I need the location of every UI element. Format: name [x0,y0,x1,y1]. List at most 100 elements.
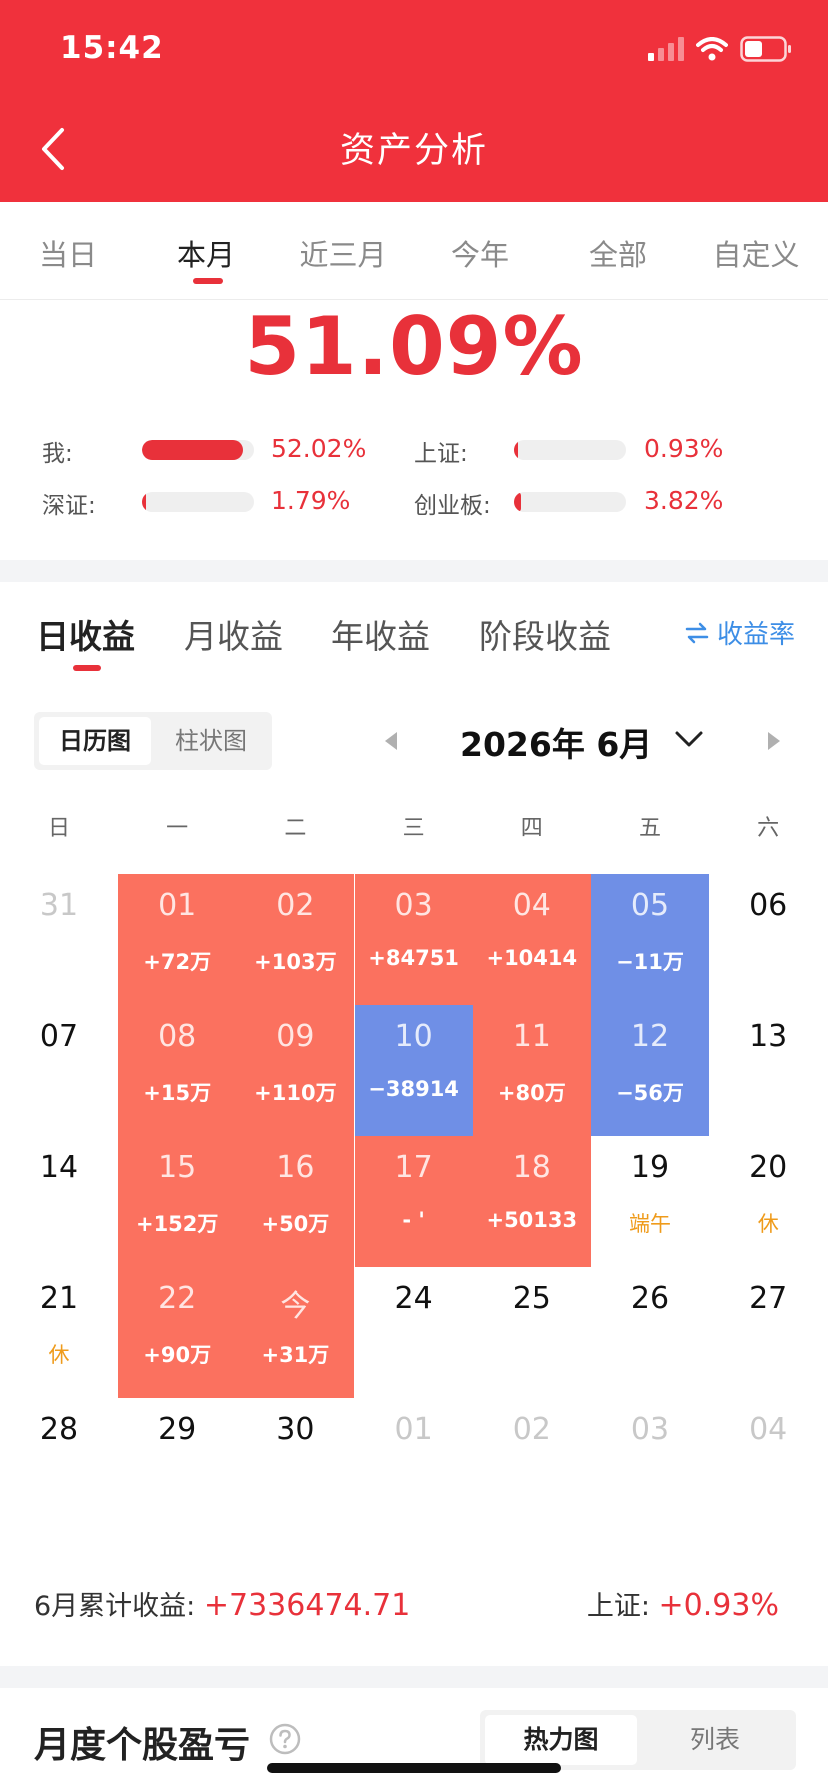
calendar-day-number: 26 [630,1281,670,1316]
calendar-day-value: −11万 [616,950,684,974]
tab-daily-income[interactable]: 日收益 [36,610,135,658]
tab-stage-income[interactable]: 阶段收益 [479,610,611,658]
calendar-day-cell[interactable]: 07 [0,1005,118,1136]
calendar-day-number: 07 [39,1019,79,1054]
total-return-rate: 51.09% [244,300,584,393]
calendar-day-cell[interactable]: 26 [591,1267,709,1398]
month-index-value: +0.93% [658,1588,779,1623]
calendar-day-number: 29 [158,1412,197,1447]
view-calendar-button[interactable]: 日历图 [39,717,151,765]
calendar-day-cell[interactable]: 19 端午 [591,1136,709,1267]
calendar-day-cell[interactable]: 今 +31万 [236,1267,355,1398]
rate-toggle-button[interactable]: 收益率 [685,614,795,651]
next-month-button[interactable] [762,730,784,752]
calendar-day-number: 27 [749,1281,788,1316]
calendar-day-number: 17 [394,1150,433,1185]
calendar-day-value: 休 [48,1343,70,1367]
view-bar-button[interactable]: 柱状图 [155,717,267,765]
period-tabs: 当日 本月 近三月 今年 全部 自定义 [0,202,828,300]
chevron-down-icon[interactable] [674,728,704,750]
calendar-day-cell[interactable]: 21 休 [0,1267,118,1398]
calendar-day-cell[interactable]: 02 +103万 [236,874,355,1005]
calendar-day-number: 20 [749,1150,788,1185]
calendar-day-cell[interactable]: 10 −38914 [354,1005,473,1136]
calendar-day-cell[interactable]: 28 [0,1398,118,1529]
swap-icon [685,622,709,643]
signal-icon [648,37,684,61]
tab-yearly-income[interactable]: 年收益 [331,610,430,658]
tab-this-month[interactable]: 本月 [146,232,266,274]
heatmap-button[interactable]: 热力图 [485,1715,637,1765]
calendar-day-cell[interactable]: 13 [709,1005,827,1136]
calendar-day-cell[interactable]: 22 +90万 [118,1267,237,1398]
tab-this-year[interactable]: 今年 [420,232,540,274]
month-total-label: 6月累计收益: [34,1591,196,1622]
weekday-label: 三 [402,816,425,841]
list-button[interactable]: 列表 [639,1715,791,1765]
calendar-day-cell[interactable]: 16 +50万 [236,1136,355,1267]
month-index-label: 上证: [586,1591,650,1622]
calendar-day-cell[interactable]: 27 [709,1267,827,1398]
compare-label-shenzhen: 深证: [42,493,96,519]
weekday-label: 二 [284,816,307,841]
calendar-day-number: 08 [158,1019,197,1054]
calendar-day-cell[interactable]: 04 +10414 [472,874,591,1005]
calendar-day-value: +10414 [486,946,578,970]
calendar-day-cell[interactable]: 29 [118,1398,236,1529]
status-time: 15:42 [60,30,164,66]
calendar-day-cell[interactable]: 30 [236,1398,354,1529]
tab-all[interactable]: 全部 [558,232,678,274]
calendar-day-cell[interactable]: 31 [0,874,118,1005]
calendar-day-cell[interactable]: 20 休 [709,1136,827,1267]
calendar-day-cell[interactable]: 15 +152万 [118,1136,237,1267]
calendar-day-number: 30 [276,1412,315,1447]
calendar-day-cell[interactable]: 11 +80万 [472,1005,591,1136]
calendar-day-number: 04 [512,888,551,923]
tab-monthly-income[interactable]: 月收益 [184,610,283,658]
calendar-day-cell[interactable]: 09 +110万 [236,1005,355,1136]
calendar-day-cell[interactable]: 01 [355,1398,473,1529]
calendar-day-cell[interactable]: 25 [473,1267,591,1398]
calendar-day-number: 05 [630,888,670,923]
calendar-day-cell[interactable]: 03 [591,1398,709,1529]
calendar-day-value: −56万 [616,1081,684,1105]
calendar-day-cell[interactable]: 18 +50133 [472,1136,591,1267]
calendar-day-cell[interactable]: 08 +15万 [118,1005,237,1136]
compare-value-shanghai: 0.93% [644,434,724,463]
tab-today[interactable]: 当日 [8,232,128,274]
calendar-day-cell[interactable]: 14 [0,1136,118,1267]
calendar-day-value: +84751 [368,946,459,970]
calendar-day-number: 22 [158,1281,197,1316]
page-title: 资产分析 [339,131,488,171]
calendar-day-number: 01 [394,1412,433,1447]
calendar-day-cell[interactable]: 12 −56万 [591,1005,709,1136]
compare-label-shanghai: 上证: [414,441,468,467]
calendar-day-number: 28 [39,1412,79,1447]
help-icon[interactable] [269,1723,301,1755]
calendar-day-value: +50万 [261,1212,330,1236]
calendar-day-cell[interactable]: 06 [709,874,827,1005]
period-tab-indicator [193,278,223,284]
calendar-day-cell[interactable]: 24 [355,1267,473,1398]
month-total-income: 6月累计收益: +7336474.71 [34,1584,410,1623]
calendar-day-number: 10 [394,1019,433,1054]
calendar-day-value: 休 [757,1212,779,1236]
prev-month-button[interactable] [381,730,403,752]
calendar-day-number: 12 [630,1019,670,1054]
calendar-day-cell[interactable]: 02 [473,1398,591,1529]
compare-fill-me [142,440,243,460]
tab-custom[interactable]: 自定义 [696,232,816,274]
section-divider [0,560,828,582]
weekday-label: 一 [166,816,189,841]
header-bar: 15:42 资产分析 [0,0,828,202]
rate-toggle-label: 收益率 [716,620,795,650]
weekday-label: 四 [520,816,543,841]
calendar-day-cell[interactable]: 04 [709,1398,827,1529]
calendar-day-cell[interactable]: 17 - ' [354,1136,473,1267]
calendar-day-value: +31万 [261,1343,330,1367]
calendar-day-cell[interactable]: 03 +84751 [354,874,473,1005]
calendar-day-cell[interactable]: 01 +72万 [118,874,237,1005]
tab-three-months[interactable]: 近三月 [283,232,403,274]
month-total-value: +7336474.71 [203,1588,411,1623]
calendar-day-cell[interactable]: 05 −11万 [591,874,709,1005]
